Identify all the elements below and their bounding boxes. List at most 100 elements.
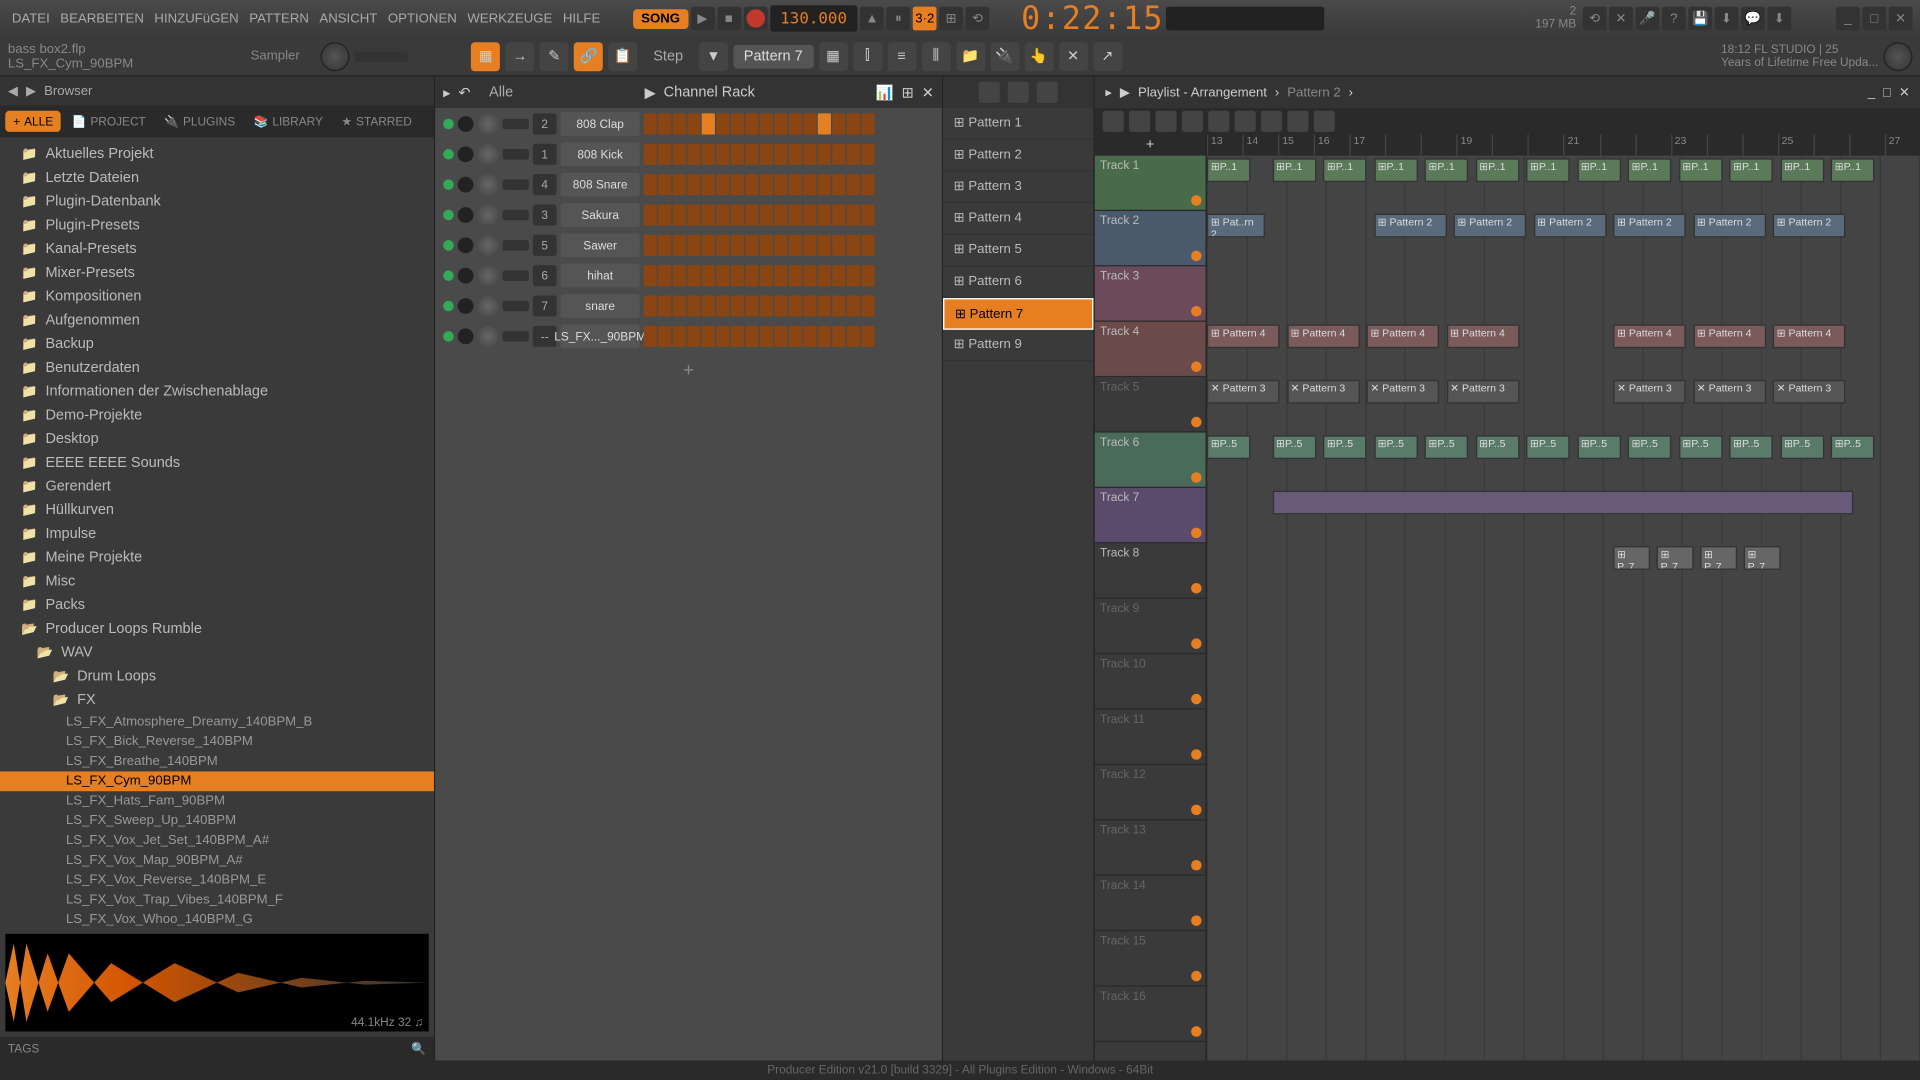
- cr-graph-icon[interactable]: 📊: [876, 84, 894, 101]
- step[interactable]: [789, 234, 802, 255]
- pattern-item[interactable]: ⊞ Pattern 2: [943, 140, 1093, 172]
- step[interactable]: [658, 204, 671, 225]
- menu-datei[interactable]: DATEI: [8, 9, 54, 29]
- playlist-clip[interactable]: ⊞ Pattern 4: [1287, 324, 1360, 348]
- playlist-clip[interactable]: ✕ Pattern 3: [1613, 380, 1686, 404]
- step[interactable]: [818, 295, 831, 316]
- channel-rack-button[interactable]: ✎: [540, 42, 569, 71]
- step[interactable]: [847, 204, 860, 225]
- playlist-clip[interactable]: ✕ Pattern 3: [1693, 380, 1766, 404]
- channel-mixer-num[interactable]: 5: [533, 234, 557, 255]
- step[interactable]: [861, 173, 874, 194]
- cr-close-icon[interactable]: ✕: [922, 84, 934, 101]
- step[interactable]: [702, 295, 715, 316]
- tree-folder[interactable]: Kanal-Presets: [0, 237, 434, 261]
- step[interactable]: [789, 204, 802, 225]
- step[interactable]: [731, 204, 744, 225]
- record-button[interactable]: [743, 7, 767, 31]
- playlist-clip[interactable]: ⊞ Pat..rn 2: [1207, 214, 1265, 238]
- step[interactable]: [774, 295, 787, 316]
- playlist-clip[interactable]: ⊞P..1: [1831, 158, 1875, 182]
- tree-subfolder[interactable]: WAV: [0, 641, 434, 665]
- picker-add-icon[interactable]: [1008, 82, 1029, 103]
- step[interactable]: [847, 295, 860, 316]
- pattern-item[interactable]: ⊞ Pattern 9: [943, 330, 1093, 362]
- step[interactable]: [847, 264, 860, 285]
- step[interactable]: [803, 113, 816, 134]
- step-sequencer[interactable]: [644, 295, 875, 316]
- tree-folder[interactable]: Gerendert: [0, 475, 434, 499]
- tab-alle[interactable]: + ALLE: [5, 111, 61, 132]
- overdub-icon[interactable]: ⊞: [939, 7, 963, 31]
- playlist-clip[interactable]: ⊞P..1: [1374, 158, 1418, 182]
- step[interactable]: [658, 113, 671, 134]
- view-playlist-icon[interactable]: ▦: [818, 42, 847, 71]
- step[interactable]: [687, 113, 700, 134]
- step[interactable]: [716, 204, 729, 225]
- tree-file[interactable]: LS_FX_Vox_Reverse_140BPM_E: [0, 871, 434, 891]
- playlist-clip[interactable]: ⊞P..5: [1628, 435, 1672, 459]
- channel-pan-knob[interactable]: [477, 204, 498, 225]
- close-all-icon[interactable]: ✕: [1059, 42, 1088, 71]
- tree-folder[interactable]: Desktop: [0, 427, 434, 451]
- tree-folder[interactable]: Meine Projekte: [0, 546, 434, 570]
- render-icon[interactable]: ⬇: [1715, 7, 1739, 31]
- track-header[interactable]: Track 4: [1095, 322, 1206, 377]
- step[interactable]: [760, 113, 773, 134]
- step[interactable]: [745, 143, 758, 164]
- step[interactable]: [789, 325, 802, 346]
- pattern-item[interactable]: ⊞ Pattern 5: [943, 235, 1093, 267]
- step[interactable]: [818, 264, 831, 285]
- playlist-clip[interactable]: ⊞P..1: [1425, 158, 1469, 182]
- channel-led[interactable]: [443, 239, 454, 250]
- step[interactable]: [731, 173, 744, 194]
- tree-file[interactable]: LS_FX_Vox_Trap_Vibes_140BPM_F: [0, 890, 434, 910]
- playlist-clip[interactable]: ⊞P..1: [1678, 158, 1722, 182]
- step[interactable]: [702, 173, 715, 194]
- step[interactable]: [760, 173, 773, 194]
- tool-slip[interactable]: [1208, 111, 1229, 132]
- pattern-item[interactable]: ⊞ Pattern 4: [943, 203, 1093, 235]
- tree-file[interactable]: LS_FX_Vox_Whoo_140BPM_G: [0, 910, 434, 928]
- channel-mixer-num[interactable]: --: [533, 325, 557, 346]
- channel-mute[interactable]: [458, 267, 474, 283]
- tree-folder[interactable]: Hüllkurven: [0, 499, 434, 523]
- menu-werkzeuge[interactable]: WERKZEUGE: [463, 9, 556, 29]
- channel-mute[interactable]: [458, 297, 474, 313]
- step[interactable]: [716, 234, 729, 255]
- channel-mixer-num[interactable]: 7: [533, 295, 557, 316]
- tree-folder[interactable]: Plugin-Datenbank: [0, 190, 434, 214]
- countdown-icon[interactable]: 3·2: [913, 7, 937, 31]
- tree-file[interactable]: LS_FX_Bick_Reverse_140BPM: [0, 732, 434, 752]
- step[interactable]: [774, 264, 787, 285]
- channel-pan-knob[interactable]: [477, 325, 498, 346]
- channel-mute[interactable]: [458, 237, 474, 253]
- channel-name[interactable]: hihat: [561, 263, 640, 287]
- playlist-clip[interactable]: ⊞ Pattern 2: [1374, 214, 1447, 238]
- step[interactable]: [716, 295, 729, 316]
- channel-vol[interactable]: [503, 239, 529, 250]
- channel-pan-knob[interactable]: [477, 234, 498, 255]
- step[interactable]: [716, 325, 729, 346]
- playlist-clip[interactable]: ⊞P..5: [1374, 435, 1418, 459]
- track-mute-dot[interactable]: [1191, 1026, 1202, 1037]
- save-icon[interactable]: 💾: [1688, 7, 1712, 31]
- tree-folder[interactable]: Mixer-Presets: [0, 261, 434, 285]
- track-mute-dot[interactable]: [1191, 971, 1202, 982]
- channel-mute[interactable]: [458, 146, 474, 162]
- tree-folder[interactable]: Aufgenommen: [0, 309, 434, 333]
- pattern-item[interactable]: ⊞ Pattern 1: [943, 108, 1093, 140]
- playlist-grid[interactable]: ⊞P..1⊞P..1⊞P..1⊞P..1⊞P..1⊞P..1⊞P..1⊞P..1…: [1207, 156, 1920, 1061]
- step[interactable]: [760, 295, 773, 316]
- step[interactable]: [847, 234, 860, 255]
- playlist-clip[interactable]: ⊞P..5: [1780, 435, 1824, 459]
- track-header[interactable]: Track 13: [1095, 820, 1206, 875]
- track-mute-dot[interactable]: [1191, 860, 1202, 871]
- step[interactable]: [847, 325, 860, 346]
- menu-ansicht[interactable]: ANSICHT: [315, 9, 381, 29]
- playlist-crumb[interactable]: Pattern 2: [1287, 85, 1341, 100]
- step-sequencer[interactable]: [644, 264, 875, 285]
- menu-hilfe[interactable]: HILFE: [559, 9, 604, 29]
- track-header[interactable]: Track 12: [1095, 765, 1206, 820]
- tempo-display[interactable]: 130.000: [770, 5, 858, 31]
